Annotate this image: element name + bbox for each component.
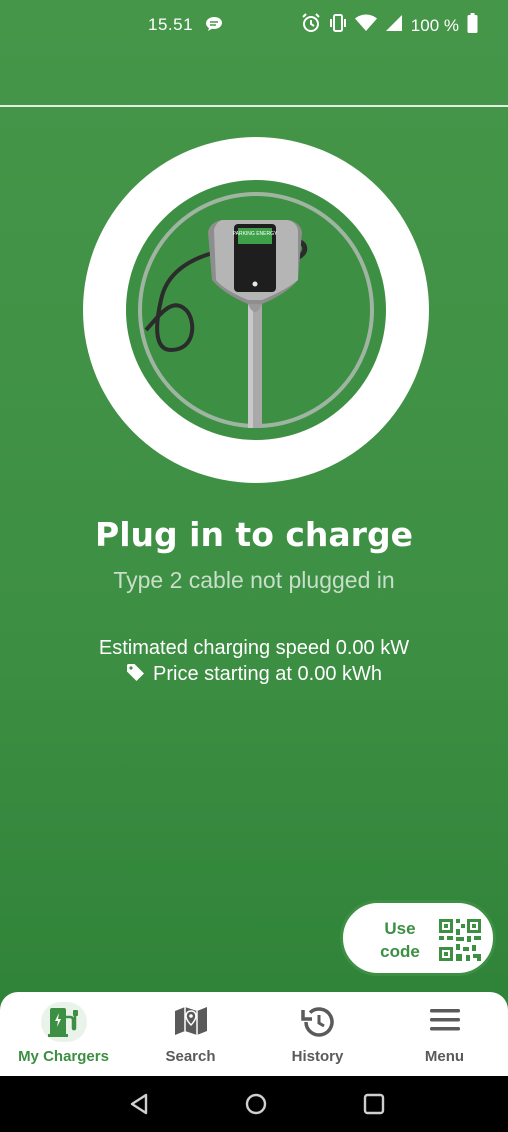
nav-label: Menu — [424, 1048, 465, 1065]
system-navigation-bar — [0, 1076, 508, 1132]
nav-label: History — [291, 1048, 344, 1065]
wifi-icon — [354, 14, 377, 37]
hamburger-menu-icon — [428, 1005, 462, 1039]
charger-brand-label: PARKING ENERGY — [233, 231, 278, 237]
battery-icon — [467, 13, 478, 38]
nav-search[interactable]: Search — [127, 992, 254, 1076]
bottom-navigation: My Chargers Search History Menu — [0, 992, 508, 1076]
price-label: Price starting at — [153, 663, 298, 685]
back-icon[interactable] — [127, 1092, 151, 1120]
alarm-icon — [301, 13, 321, 38]
ev-station-icon — [46, 1005, 82, 1043]
charger-illustration: PARKING ENERGY — [126, 180, 386, 440]
price-tag-icon — [126, 663, 145, 688]
nav-menu[interactable]: Menu — [381, 992, 508, 1076]
nav-my-chargers[interactable]: My Chargers — [0, 992, 127, 1076]
status-time: 15.51 — [148, 15, 194, 34]
price-row: Price starting at 0.00 kWh — [0, 663, 508, 688]
charging-speed-label: Estimated charging speed — [98, 637, 336, 659]
status-bar: 15.51 100 % — [0, 0, 508, 52]
history-icon — [300, 1005, 336, 1043]
charge-status-subtitle: Type 2 cable not plugged in — [113, 567, 395, 593]
nav-label: My Chargers — [18, 1048, 109, 1065]
nav-label: Search — [165, 1048, 216, 1065]
battery-text: 100 % — [410, 15, 459, 35]
nav-history[interactable]: History — [254, 992, 381, 1076]
use-code-button[interactable]: Use code — [340, 900, 496, 976]
qr-code-icon — [439, 919, 481, 965]
charging-speed-value: 0.00 kW — [335, 637, 410, 659]
charging-speed-row: Estimated charging speed 0.00 kW — [0, 637, 508, 660]
chat-bubble-icon — [205, 16, 223, 37]
map-icon — [173, 1005, 209, 1041]
header-divider — [0, 105, 508, 107]
charge-status-title: Plug in to charge — [95, 515, 413, 554]
use-code-label: Use code — [380, 919, 420, 961]
recents-icon[interactable] — [362, 1092, 386, 1120]
signal-icon — [385, 14, 403, 37]
home-icon[interactable] — [244, 1092, 268, 1120]
price-value: 0.00 kWh — [297, 663, 382, 685]
status-icons: 100 % — [301, 13, 478, 38]
vibrate-icon — [329, 13, 347, 38]
